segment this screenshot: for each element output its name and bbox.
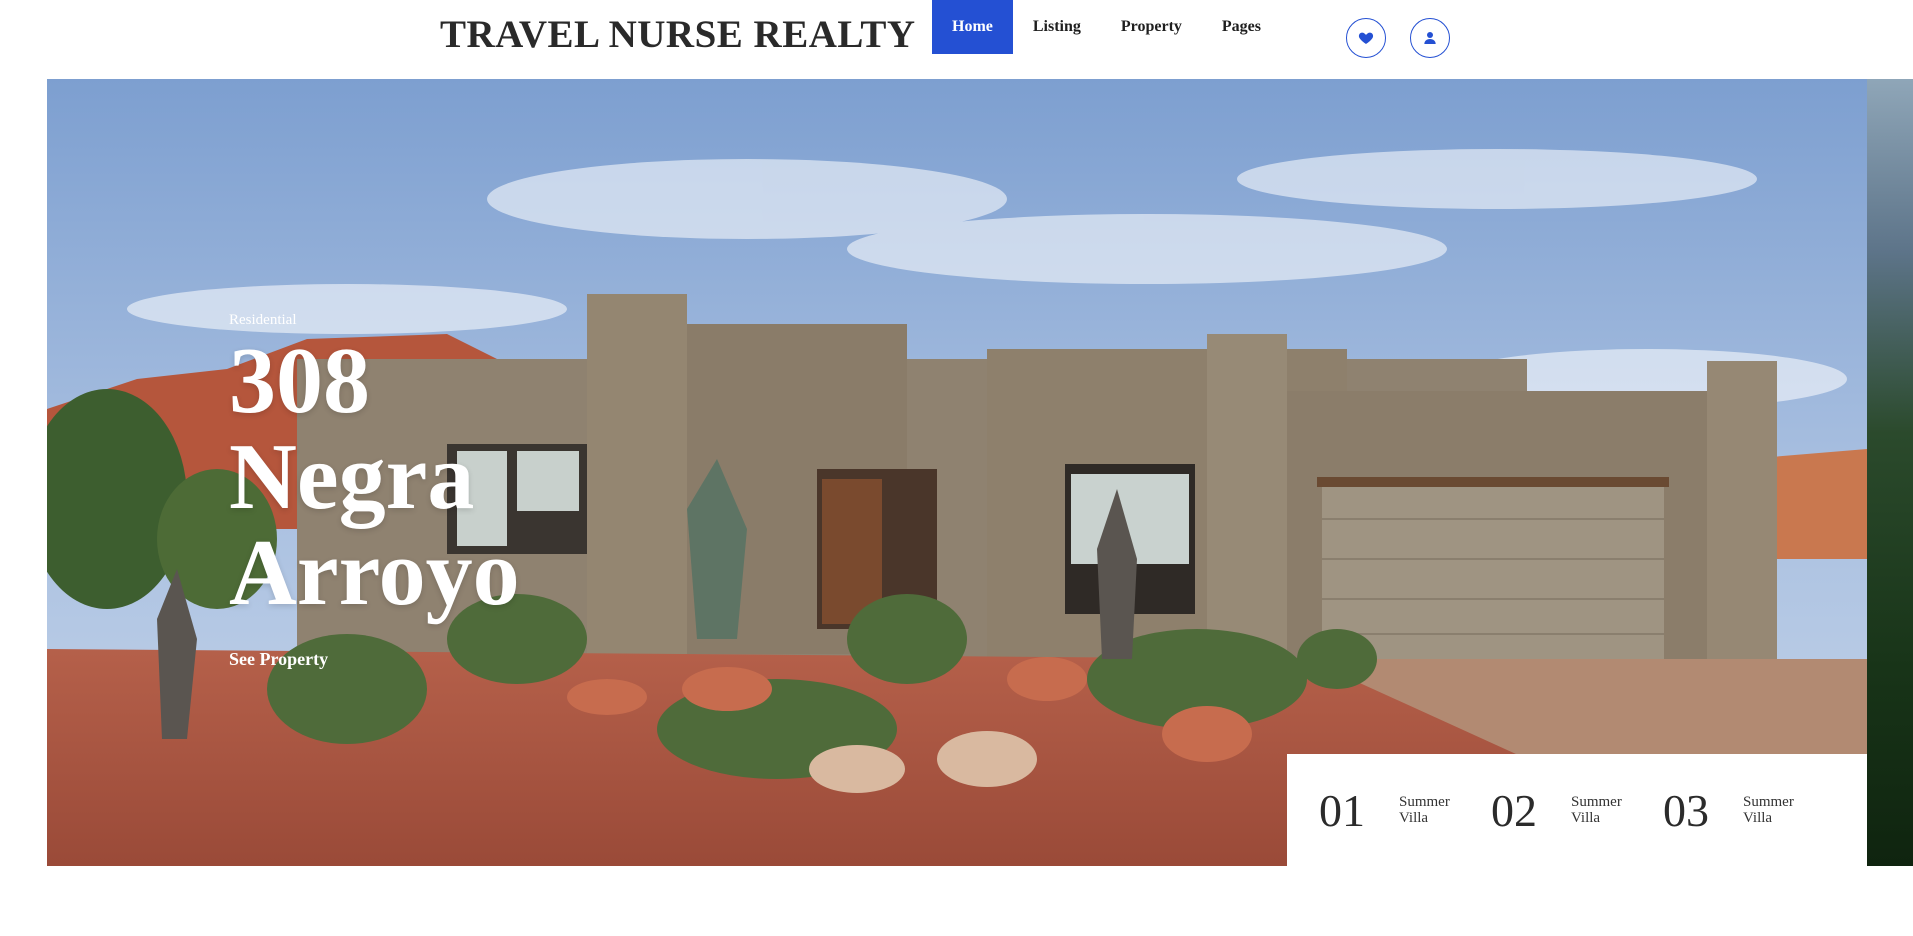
site-logo[interactable]: TRAVEL NURSE REALTY <box>440 12 916 57</box>
account-button[interactable] <box>1410 18 1450 58</box>
nav-property[interactable]: Property <box>1101 0 1202 54</box>
hero-caption: Residential 308 Negra Arroyo See Propert… <box>229 312 589 670</box>
next-slide-preview[interactable] <box>1867 79 1913 866</box>
see-property-link[interactable]: See Property <box>229 649 328 670</box>
slide-item[interactable]: 01 Summer Villa <box>1319 784 1491 837</box>
slide-label: Summer Villa <box>1743 794 1794 826</box>
slide-item[interactable]: 03 Summer Villa <box>1663 784 1835 837</box>
slide-number: 02 <box>1491 784 1537 836</box>
site-header: TRAVEL NURSE REALTY Home Listing Propert… <box>0 0 1913 79</box>
property-title: 308 Negra Arroyo <box>229 329 520 625</box>
slide-item[interactable]: 02 Summer Villa <box>1491 784 1663 837</box>
slide-pagination: 01 Summer Villa 02 Summer Villa 03 Summe… <box>1287 754 1867 866</box>
nav-pages[interactable]: Pages <box>1202 0 1281 54</box>
hero-slider: Residential 308 Negra Arroyo See Propert… <box>47 79 1867 866</box>
slide-number: 01 <box>1319 784 1365 836</box>
slide-label: Summer Villa <box>1399 794 1450 826</box>
slide-label: Summer Villa <box>1571 794 1622 826</box>
heart-icon <box>1358 32 1374 44</box>
property-category: Residential <box>229 312 297 328</box>
main-nav: Home Listing Property Pages <box>932 0 1281 54</box>
slide-number: 03 <box>1663 784 1709 836</box>
nav-listing[interactable]: Listing <box>1013 0 1101 54</box>
user-icon <box>1424 32 1436 44</box>
nav-home[interactable]: Home <box>932 0 1013 54</box>
favorites-button[interactable] <box>1346 18 1386 58</box>
